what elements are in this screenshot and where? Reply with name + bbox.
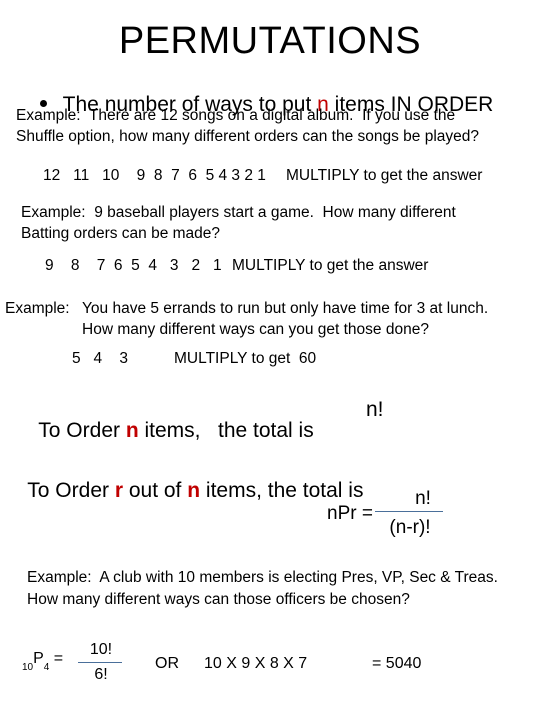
example4-product: 10 X 9 X 8 X 7: [204, 655, 308, 672]
example2-sequence: 9 8 7 6 5 4 3 2 1: [45, 257, 222, 274]
example4-line2: How many different ways can those office…: [27, 591, 410, 608]
formula-fraction-line: [375, 511, 443, 512]
example1-line1: Example: There are 12 songs on a digital…: [16, 107, 456, 124]
rule1-highlight-n: n: [125, 419, 139, 442]
permutation-notation: 10P4 =: [22, 650, 64, 673]
example3-instruction: MULTIPLY to get 60: [174, 350, 317, 367]
example1-sequence: 12 11 10 9 8 7 6 5 4 3 2 1: [43, 167, 266, 184]
example3-label: Example:: [5, 300, 70, 317]
perm-post-subscript: 4: [43, 662, 50, 673]
example2-instruction: MULTIPLY to get the answer: [232, 257, 429, 274]
example1-instruction: MULTIPLY to get the answer: [286, 167, 483, 184]
page-title: PERMUTATIONS: [118, 20, 422, 62]
example2-line1: Example: 9 baseball players start a game…: [21, 204, 456, 221]
rule2-highlight-n: n: [187, 479, 201, 502]
example1-line2: Shuffle option, how many different order…: [16, 128, 480, 145]
example3-line1: You have 5 errands to run but only have …: [82, 300, 489, 317]
rule2-text-before: To Order: [27, 479, 115, 502]
rule2-highlight-r: r: [114, 479, 124, 502]
example4-answer: = 5040: [372, 655, 422, 672]
example2-line2: Batting orders can be made?: [21, 225, 221, 242]
perm-equals: =: [49, 650, 64, 667]
formula-numerator: n!: [415, 488, 431, 509]
example4-or: OR: [155, 655, 179, 672]
example3-line2: How many different ways can you get thos…: [82, 321, 429, 338]
rule1-text-before: To Order: [38, 419, 126, 442]
example4-line1: Example: A club with 10 members is elect…: [27, 569, 498, 586]
rule-order-n: To Order n items, the total is: [27, 399, 314, 442]
perm-symbol: P: [33, 650, 44, 667]
formula-denominator: (n-r)!: [389, 517, 431, 538]
rule1-text-after: items, the total is: [138, 419, 314, 442]
rule1-result: n!: [366, 398, 384, 421]
example4-fraction-line: [78, 662, 122, 663]
example3-sequence: 5 4 3: [72, 350, 129, 367]
bullet-icon: [39, 99, 47, 107]
rule-order-r-of-n: To Order r out of n items, the total is: [16, 459, 363, 501]
formula-lhs: nPr =: [327, 503, 373, 524]
perm-pre-subscript: 10: [22, 662, 34, 673]
rule2-text-middle: out of: [123, 479, 188, 502]
rule2-text-after: items, the total is: [200, 479, 364, 502]
example4-denominator: 6!: [94, 666, 108, 683]
example4-numerator: 10!: [89, 641, 113, 658]
